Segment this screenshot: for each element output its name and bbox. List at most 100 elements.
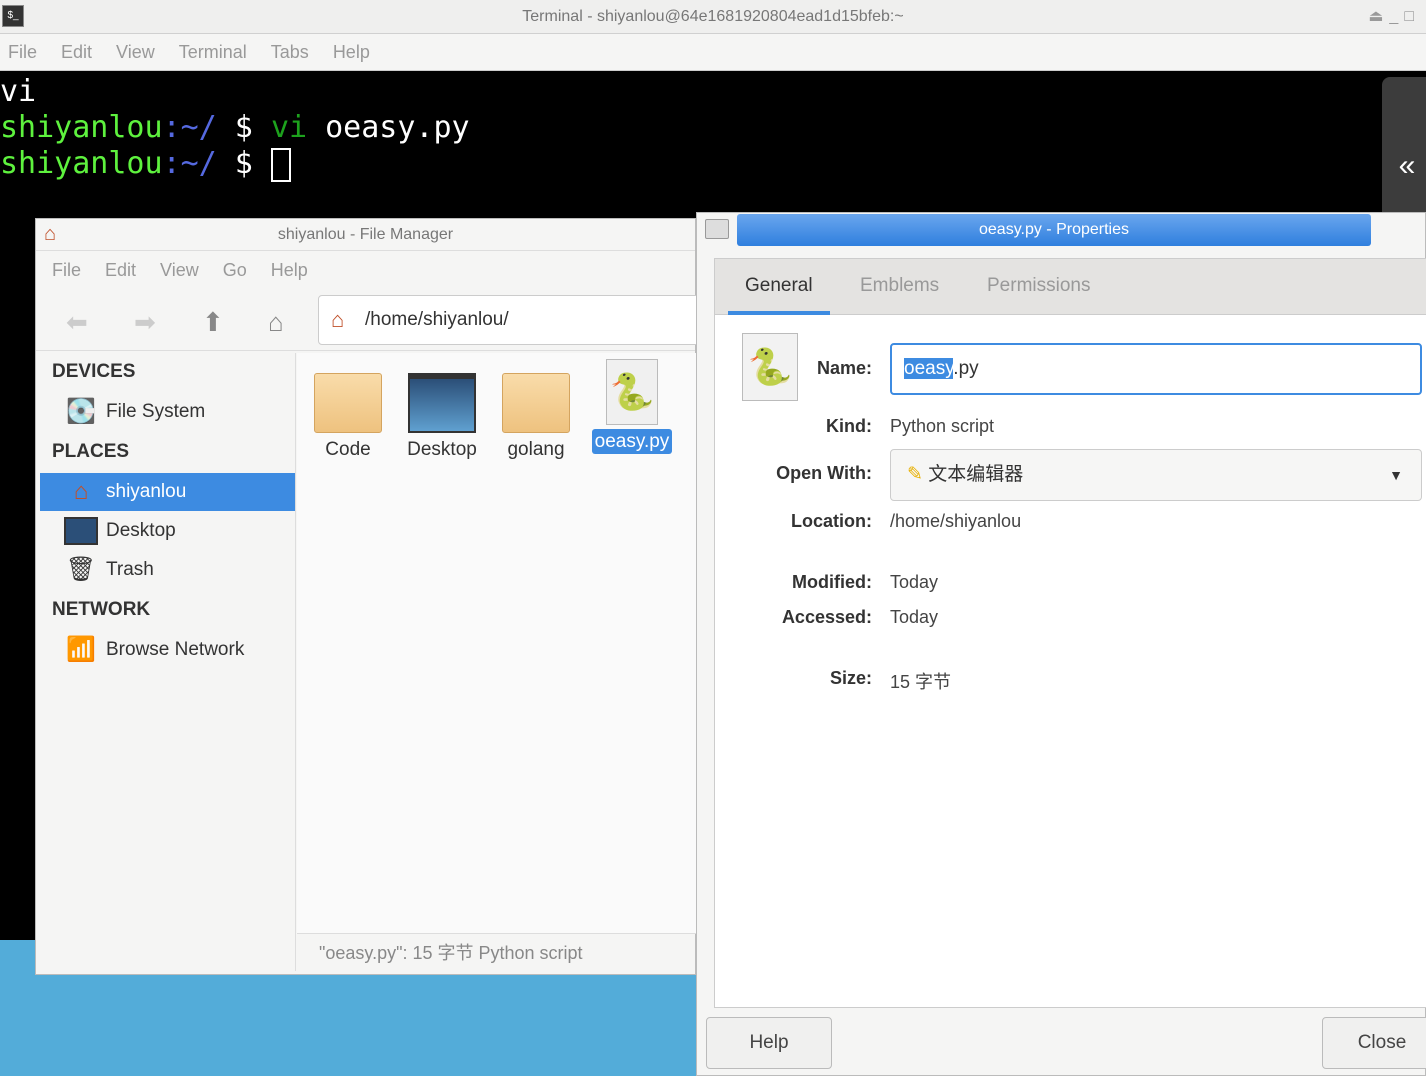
trash-icon: 🗑 (65, 556, 97, 583)
file-manager-title: shiyanlou - File Manager (36, 219, 695, 251)
close-button[interactable]: Close (1322, 1017, 1426, 1069)
modified-value: Today (890, 572, 939, 592)
prompt-user: shiyanlou (0, 146, 163, 181)
menu-file[interactable]: File (52, 260, 81, 281)
prompt-path: :~/ (162, 146, 217, 181)
status-bar: "oeasy.py": 15 字节 Python script (297, 933, 697, 971)
output-line: shiyanlou:~/ $ (0, 146, 470, 182)
python-file-icon: 🐍 (742, 333, 798, 401)
accessed-label: Accessed: (781, 607, 872, 627)
hard-drive-icon: 💽 (66, 398, 96, 425)
prompt-symbol: $ (216, 146, 271, 181)
menu-file[interactable]: File (8, 42, 37, 63)
location-value: /home/shiyanlou (890, 511, 1022, 531)
python-file-icon: 🐍 (606, 359, 658, 425)
menu-tabs[interactable]: Tabs (271, 42, 309, 63)
window-controls[interactable]: ⏏_□ (1368, 0, 1420, 34)
section-network: NETWORK (52, 599, 151, 620)
forward-arrow-icon[interactable]: ➡ (134, 307, 156, 338)
sidebar-item-browse-network[interactable]: 📶 Browse Network (40, 631, 295, 669)
open-with-dropdown[interactable]: ✎ 文本编辑器 ▼ (890, 449, 1422, 501)
file-manager-menubar: File Edit View Go Help (36, 251, 695, 289)
desktop-folder-icon (408, 373, 476, 433)
name-input[interactable]: oeasy.py (890, 343, 1422, 395)
properties-panel: General Emblems Permissions 🐍 Name: oeas… (714, 258, 1426, 1008)
command: vi (270, 110, 308, 145)
home-button-icon[interactable]: ⌂ (268, 307, 284, 338)
folder-icon (502, 373, 570, 433)
tab-permissions[interactable]: Permissions (987, 259, 1090, 315)
name-selected-text: oeasy (904, 358, 954, 379)
sidebar: DEVICES 💽 File System PLACES ⌂ shiyanlou D… (40, 353, 296, 971)
file-item-desktop[interactable]: Desktop (397, 367, 487, 461)
properties-title: oeasy.py - Properties (737, 214, 1371, 246)
sidebar-item-file-system[interactable]: 💽 File System (40, 393, 295, 431)
sidebar-item-home[interactable]: ⌂ shiyanlou (40, 473, 295, 511)
terminal-menubar: File Edit View Terminal Tabs Help (0, 34, 1426, 71)
sidebar-item-desktop[interactable]: Desktop (40, 512, 295, 550)
file-item-code[interactable]: Code (303, 367, 393, 461)
section-places: PLACES (52, 441, 130, 462)
size-label: Size: (829, 668, 872, 688)
cursor (270, 147, 291, 182)
prompt-user: shiyanlou (0, 110, 163, 145)
name-label: Name: (816, 358, 872, 378)
file-item-oeasy-py[interactable]: 🐍 oeasy.py (587, 353, 677, 454)
location-path: /home/shiyanlou/ (365, 309, 509, 330)
folder-icon (314, 373, 382, 433)
sidebar-item-label: Browse Network (106, 639, 245, 660)
sidebar-item-label: shiyanlou (106, 481, 187, 502)
menu-terminal[interactable]: Terminal (179, 42, 247, 63)
menu-view[interactable]: View (116, 42, 155, 63)
menu-edit[interactable]: Edit (61, 42, 92, 63)
open-with-label: Open With: (776, 463, 872, 483)
location-bar[interactable]: ⌂ /home/shiyanlou/ (318, 295, 708, 345)
desktop-icon (64, 517, 98, 545)
location-label: Location: (791, 511, 872, 531)
section-devices: DEVICES (52, 361, 136, 382)
file-item-golang[interactable]: golang (491, 367, 581, 461)
menu-view[interactable]: View (160, 260, 199, 281)
chevron-down-icon: ▼ (1389, 467, 1403, 483)
terminal-output[interactable]: vi shiyanlou:~/ $ vi oeasy.py shiyanlou:~/… (0, 74, 470, 182)
file-label: Desktop (407, 439, 477, 460)
up-arrow-icon[interactable]: ⬆ (202, 307, 224, 338)
file-label: oeasy.py (591, 429, 673, 454)
double-chevron-left-icon: « (1398, 149, 1416, 182)
home-icon: ⌂ (44, 223, 57, 245)
terminal-icon: $_ (2, 5, 24, 27)
pencil-icon: ✎ (907, 464, 923, 485)
tab-emblems[interactable]: Emblems (860, 259, 939, 315)
menu-help[interactable]: Help (333, 42, 370, 63)
tab-bar: General Emblems Permissions (715, 259, 1426, 315)
name-rest-text: .py (953, 358, 979, 379)
file-view: Code Desktop golang 🐍 oeasy.py (297, 353, 697, 933)
home-icon: ⌂ (331, 307, 345, 332)
folder-icon (705, 219, 729, 239)
properties-dialog: oeasy.py - Properties General Emblems Pe… (696, 212, 1426, 1076)
menu-go[interactable]: Go (223, 260, 247, 281)
terminal-title: Terminal - shiyanlou@64e1681920804ead1d1… (0, 0, 1426, 34)
modified-label: Modified: (792, 572, 872, 592)
accessed-value: Today (890, 607, 939, 627)
open-with-value: 文本编辑器 (928, 464, 1024, 485)
sidebar-item-label: Trash (106, 559, 154, 580)
tab-general[interactable]: General (728, 259, 830, 315)
help-button[interactable]: Help (706, 1017, 832, 1069)
prompt-path: :~/ (162, 110, 217, 145)
home-icon: ⌂ (73, 478, 89, 505)
sidebar-item-trash[interactable]: 🗑 Trash (40, 551, 295, 589)
menu-edit[interactable]: Edit (105, 260, 136, 281)
output-line: vi (0, 74, 37, 109)
output-line: shiyanlou:~/ $ vi oeasy.py (0, 110, 470, 146)
kind-label: Kind: (826, 416, 872, 436)
size-value: 15 字节 (890, 672, 952, 692)
kind-value: Python script (890, 416, 995, 436)
command-arg: oeasy.py (307, 110, 470, 145)
back-arrow-icon[interactable]: ⬅ (66, 307, 88, 338)
menu-help[interactable]: Help (271, 260, 308, 281)
toolbar: ⬅ ➡ ⬆ ⌂ ⌂ /home/shiyanlou/ (36, 289, 708, 351)
file-manager-window: shiyanlou - File Manager ⌂ File Edit Vie… (35, 218, 708, 975)
sidebar-item-label: Desktop (106, 520, 176, 541)
file-label: golang (507, 439, 565, 460)
